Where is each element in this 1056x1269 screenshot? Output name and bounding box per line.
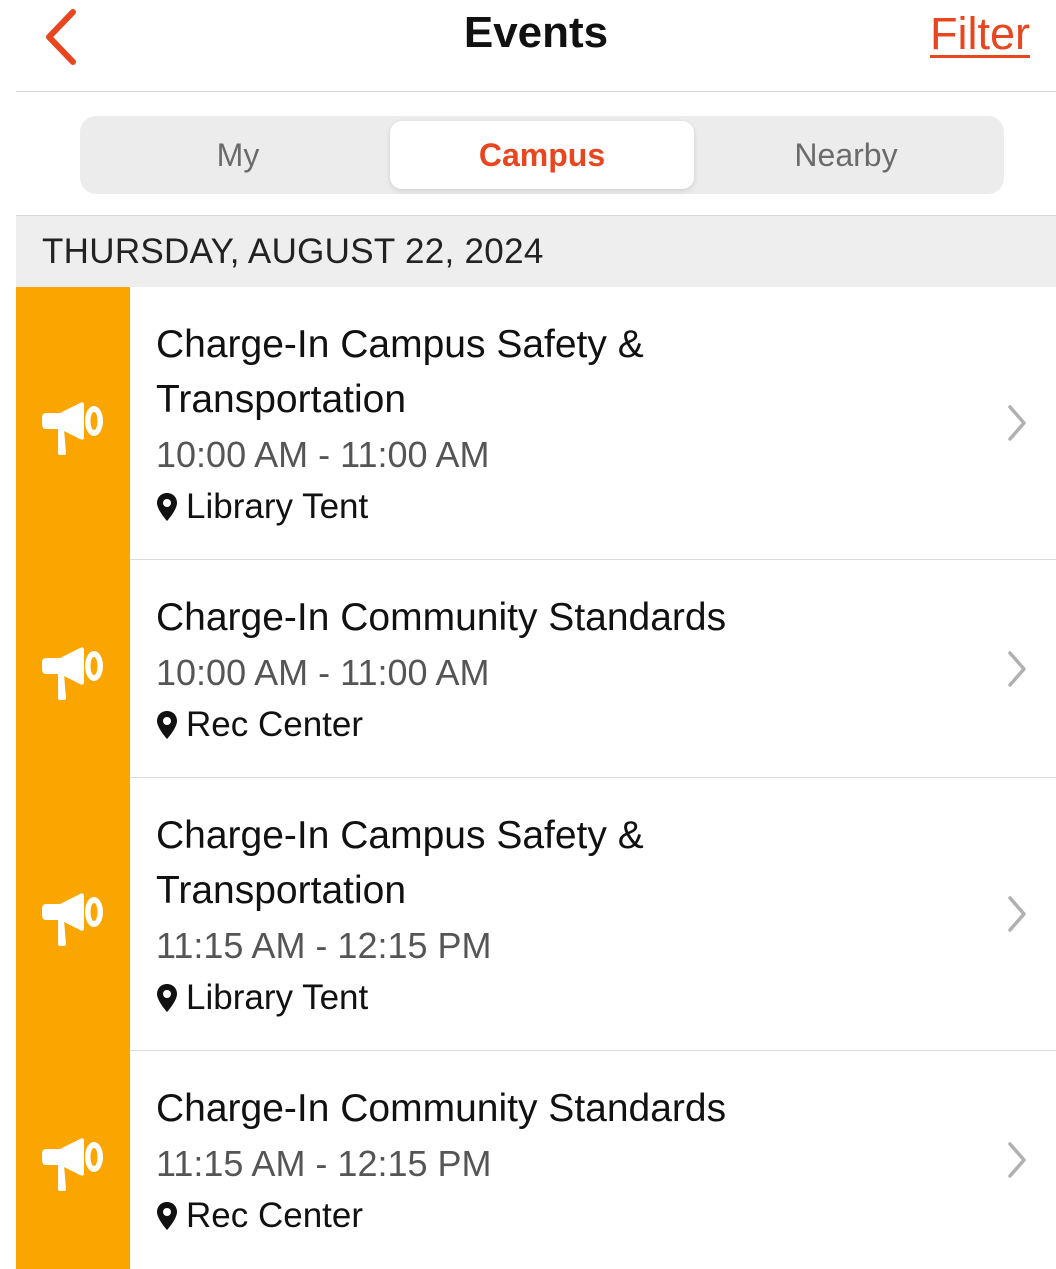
event-list: Charge-In Campus Safety & Transportation… (16, 287, 1056, 1269)
event-row[interactable]: Charge-In Campus Safety & Transportation… (16, 778, 1056, 1051)
segment-nearby[interactable]: Nearby (694, 121, 998, 189)
chevron-right-icon (1008, 650, 1026, 687)
event-location-label: Rec Center (186, 1196, 364, 1235)
event-row[interactable]: Charge-In Community Standards 11:15 AM -… (16, 1051, 1056, 1269)
event-location: Rec Center (156, 1190, 1056, 1242)
event-location: Rec Center (156, 699, 1056, 751)
event-category-strip (16, 560, 130, 778)
event-time: 10:00 AM - 11:00 AM (156, 652, 490, 693)
location-pin-icon (157, 493, 177, 521)
event-category-strip (16, 287, 130, 560)
event-title: Charge-In Community Standards (156, 596, 727, 639)
chevron-right-icon (1008, 1142, 1026, 1178)
date-section-header: THURSDAY, AUGUST 22, 2024 (16, 215, 1056, 287)
event-title: Charge-In Campus Safety & Transportation (156, 323, 644, 421)
event-location-label: Library Tent (186, 978, 369, 1017)
chevron-right-icon (1008, 896, 1026, 932)
event-row[interactable]: Charge-In Community Standards 10:00 AM -… (16, 560, 1056, 778)
event-details: Charge-In Community Standards 11:15 AM -… (130, 1051, 1056, 1269)
segment-campus[interactable]: Campus (390, 121, 694, 189)
segment-my[interactable]: My (86, 121, 390, 189)
event-time: 11:15 AM - 12:15 PM (156, 925, 492, 966)
event-time: 11:15 AM - 12:15 PM (156, 1143, 492, 1184)
megaphone-icon (42, 1138, 103, 1191)
event-time: 10:00 AM - 11:00 AM (156, 434, 490, 475)
event-details: Charge-In Campus Safety & Transportation… (130, 778, 1056, 1051)
event-details: Charge-In Community Standards 10:00 AM -… (130, 560, 1056, 778)
segmented-control: My Campus Nearby (80, 116, 1004, 194)
event-location: Library Tent (156, 972, 1056, 1024)
page-title: Events (463, 8, 609, 57)
location-pin-icon (157, 711, 177, 739)
chevron-right-icon (1008, 405, 1026, 441)
megaphone-icon (42, 647, 103, 700)
event-title: Charge-In Community Standards (156, 1087, 727, 1130)
filter-button[interactable]: Filter (930, 8, 1030, 60)
location-pin-icon (157, 1202, 177, 1230)
event-category-strip (16, 778, 130, 1051)
location-pin-icon (157, 984, 177, 1012)
event-row[interactable]: Charge-In Campus Safety & Transportation… (16, 287, 1056, 560)
event-category-strip (16, 1051, 130, 1269)
megaphone-icon (42, 892, 103, 946)
event-location-label: Rec Center (186, 705, 364, 744)
event-location: Library Tent (156, 481, 1056, 533)
event-location-label: Library Tent (186, 487, 369, 526)
event-details: Charge-In Campus Safety & Transportation… (130, 287, 1056, 560)
megaphone-icon (42, 401, 103, 455)
navigation-bar: Events Filter (16, 0, 1056, 92)
event-title: Charge-In Campus Safety & Transportation (156, 814, 644, 912)
